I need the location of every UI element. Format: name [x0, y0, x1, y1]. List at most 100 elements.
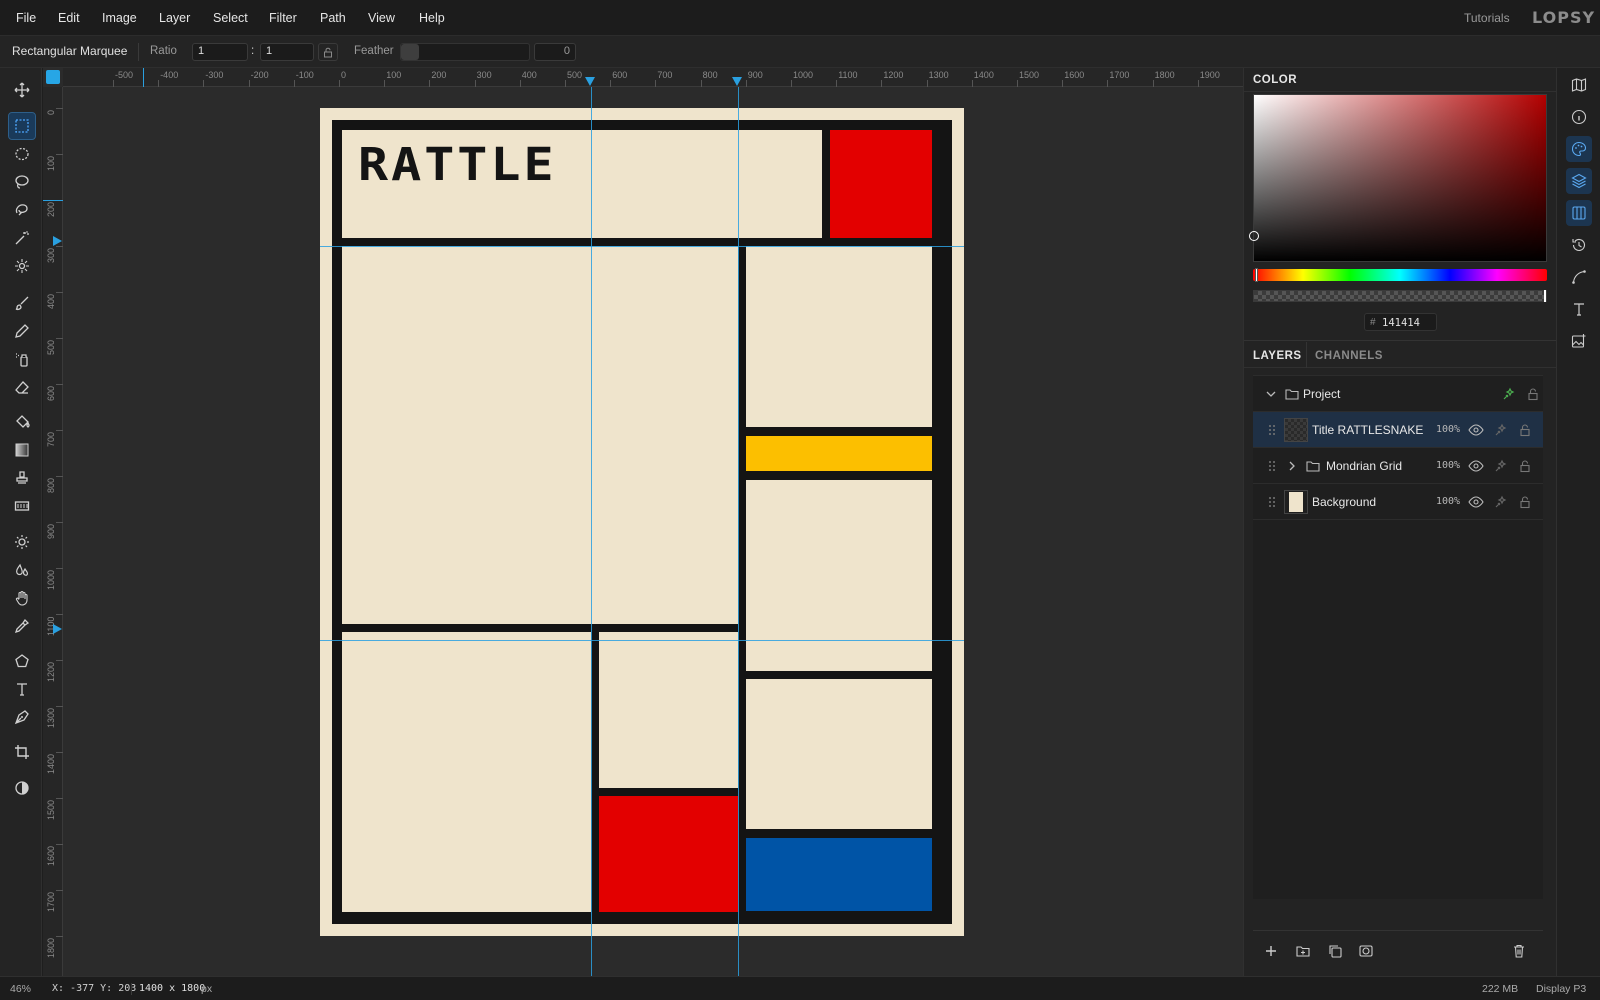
channels-panel-button[interactable] [1566, 200, 1592, 226]
menu-view[interactable]: View [368, 11, 395, 25]
new-group-icon[interactable] [1295, 943, 1311, 959]
ellipse-marquee-tool[interactable] [9, 141, 35, 167]
layer-group-project[interactable]: Project [1253, 376, 1543, 412]
fill-tool[interactable] [9, 409, 35, 435]
hue-slider-handle[interactable] [1255, 268, 1258, 282]
tab-channels[interactable]: CHANNELS [1315, 350, 1383, 362]
gradient-tool[interactable] [9, 437, 35, 463]
feather-value-input[interactable]: 0 [534, 43, 576, 61]
chevron-right-icon[interactable] [1284, 458, 1300, 474]
canvas-area[interactable]: -500 -400 -300 -200 -100 0 100 200 300 400 500 600 7… [43, 68, 1243, 976]
drag-handle-icon[interactable] [1264, 494, 1280, 510]
spray-tool[interactable] [9, 346, 35, 372]
color-saturation-field[interactable] [1249, 94, 1547, 262]
ratio-width-input[interactable]: 1 [192, 43, 248, 61]
hand-tool[interactable] [9, 585, 35, 611]
blur-tool[interactable] [9, 557, 35, 583]
layer-mask-icon[interactable] [1358, 943, 1374, 959]
text-tool[interactable] [9, 676, 35, 702]
chevron-down-icon[interactable] [1263, 386, 1279, 402]
ruler-horizontal[interactable]: -500 -400 -300 -200 -100 0 100 200 300 400 500 600 7… [63, 68, 1243, 87]
layer-opacity[interactable]: 100% [1436, 496, 1460, 507]
alpha-slider[interactable] [1253, 290, 1547, 302]
pen-tool[interactable] [9, 704, 35, 730]
layer-thumbnail[interactable] [1284, 418, 1308, 442]
duplicate-layer-icon[interactable] [1327, 943, 1343, 959]
layer-name[interactable]: Title RATTLESNAKE [1312, 423, 1423, 437]
menu-image[interactable]: Image [102, 11, 137, 25]
guide-marker-left-2[interactable] [53, 624, 62, 634]
layers-panel-button[interactable] [1566, 168, 1592, 194]
dodge-tool[interactable] [9, 529, 35, 555]
menu-select[interactable]: Select [213, 11, 248, 25]
menu-layer[interactable]: Layer [159, 11, 190, 25]
tab-layers[interactable]: LAYERS [1253, 350, 1302, 362]
pattern-tool[interactable] [9, 493, 35, 519]
eyedropper-tool[interactable] [9, 613, 35, 639]
menu-filter[interactable]: Filter [269, 11, 297, 25]
hex-input[interactable]: # 141414 [1364, 313, 1437, 331]
color-profile[interactable]: Display P3 [1536, 983, 1586, 995]
guide-marker-top-2[interactable] [732, 77, 742, 86]
quick-select-tool[interactable] [9, 253, 35, 279]
lock-icon[interactable] [1517, 494, 1533, 510]
tab-color[interactable]: COLOR [1253, 74, 1297, 86]
ruler-origin-corner[interactable] [46, 70, 60, 84]
navigator-button[interactable] [1566, 72, 1592, 98]
title-text[interactable]: RATTLE [358, 136, 557, 194]
alpha-slider-handle[interactable] [1544, 290, 1546, 302]
menu-path[interactable]: Path [320, 11, 346, 25]
menu-file[interactable]: File [16, 11, 36, 25]
contrast-toggle[interactable] [9, 775, 35, 801]
layer-name[interactable]: Project [1303, 387, 1340, 401]
eye-icon[interactable] [1468, 422, 1484, 438]
tutorials-link[interactable]: Tutorials [1464, 11, 1510, 25]
guide-vertical-2[interactable] [738, 87, 739, 976]
history-button[interactable] [1566, 232, 1592, 258]
stamp-tool[interactable] [9, 465, 35, 491]
guide-horizontal-1[interactable] [320, 246, 964, 247]
rect-marquee-tool[interactable] [8, 112, 36, 140]
document-canvas[interactable]: RATTLE [320, 108, 964, 936]
lock-icon[interactable] [1517, 422, 1533, 438]
crop-tool[interactable] [9, 739, 35, 765]
guide-horizontal-2[interactable] [320, 640, 964, 641]
layer-thumbnail[interactable] [1284, 490, 1308, 514]
hex-value[interactable]: 141414 [1382, 317, 1420, 329]
add-layer-icon[interactable] [1263, 943, 1279, 959]
delete-layer-icon[interactable] [1511, 943, 1527, 959]
drag-handle-icon[interactable] [1264, 458, 1280, 474]
magic-wand-tool[interactable] [9, 225, 35, 251]
info-button[interactable] [1566, 104, 1592, 130]
guide-vertical-1[interactable] [591, 87, 592, 976]
color-panel-button[interactable] [1566, 136, 1592, 162]
layer-opacity[interactable]: 100% [1436, 424, 1460, 435]
feather-slider[interactable] [400, 43, 530, 61]
guide-marker-left-1[interactable] [53, 236, 62, 246]
lasso-tool[interactable] [9, 169, 35, 195]
image-adjust-button[interactable] [1566, 328, 1592, 354]
eye-icon[interactable] [1468, 494, 1484, 510]
ratio-height-input[interactable]: 1 [260, 43, 314, 61]
color-picker-handle[interactable] [1249, 231, 1259, 241]
layer-name[interactable]: Mondrian Grid [1326, 459, 1402, 473]
lock-icon[interactable] [1517, 458, 1533, 474]
feather-slider-handle[interactable] [401, 44, 419, 60]
brush-tool[interactable] [9, 290, 35, 316]
layer-opacity[interactable]: 100% [1436, 460, 1460, 471]
ruler-vertical[interactable]: 0 100 200 300 400 500 600 700 800 900 1000 1100 1200… [43, 87, 63, 976]
paths-button[interactable] [1566, 264, 1592, 290]
polygon-tool[interactable] [9, 648, 35, 674]
menu-help[interactable]: Help [419, 11, 445, 25]
menu-edit[interactable]: Edit [58, 11, 80, 25]
move-tool[interactable] [9, 77, 35, 103]
eye-icon[interactable] [1468, 458, 1484, 474]
magnetic-lasso-tool[interactable] [9, 197, 35, 223]
layer-name[interactable]: Background [1312, 495, 1376, 509]
fx-link-icon[interactable] [1493, 458, 1509, 474]
fx-link-icon[interactable] [1501, 386, 1517, 402]
drag-handle-icon[interactable] [1264, 422, 1280, 438]
guide-marker-top-1[interactable] [585, 77, 595, 86]
eraser-tool[interactable] [9, 374, 35, 400]
character-button[interactable] [1566, 296, 1592, 322]
